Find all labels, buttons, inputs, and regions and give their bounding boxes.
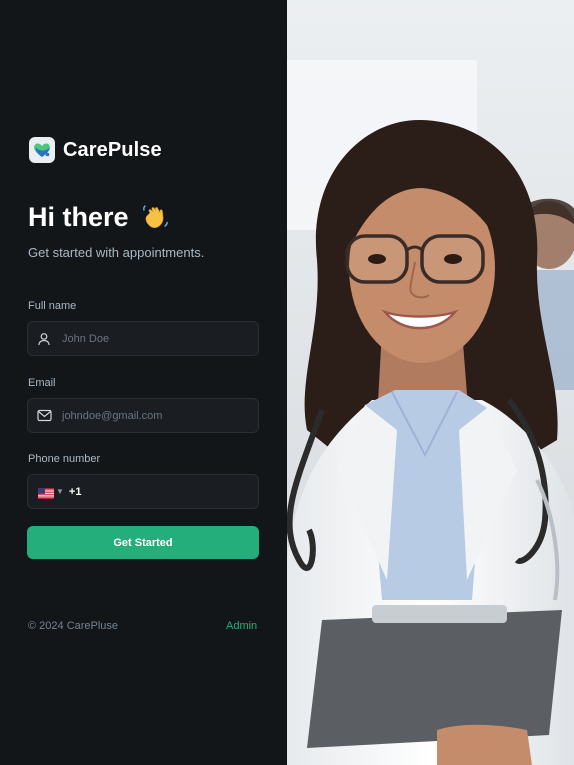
waving-hand-icon (139, 201, 171, 233)
get-started-button[interactable]: Get Started (27, 526, 259, 559)
page-title: Hi there (28, 201, 171, 233)
us-flag-icon[interactable] (38, 486, 54, 499)
email-placeholder: johndoe@gmail.com (62, 409, 163, 422)
copyright-text: © 2024 CarePluse (28, 620, 119, 632)
mail-icon (36, 408, 52, 424)
heart-stethoscope-icon (29, 137, 55, 163)
subtitle: Get started with appointments. (28, 245, 205, 260)
brand-name: CarePulse (63, 138, 162, 161)
greeting-text: Hi there (28, 201, 129, 232)
phone-value[interactable]: +1 (69, 486, 82, 498)
chevron-down-icon[interactable]: ▼ (56, 487, 64, 496)
full-name-label: Full name (28, 300, 77, 312)
email-label: Email (28, 377, 56, 389)
phone-label: Phone number (28, 453, 101, 465)
phone-field[interactable]: ▼ +1 (27, 474, 259, 509)
user-icon (36, 331, 52, 347)
admin-link[interactable]: Admin (226, 620, 257, 632)
full-name-field[interactable]: John Doe (27, 321, 259, 356)
onboarding-panel: CarePulse Hi there Get started with appo… (0, 0, 287, 765)
brand: CarePulse (29, 137, 162, 163)
full-name-placeholder: John Doe (62, 332, 110, 345)
doctor-photo (287, 0, 574, 765)
email-field[interactable]: johndoe@gmail.com (27, 398, 259, 433)
